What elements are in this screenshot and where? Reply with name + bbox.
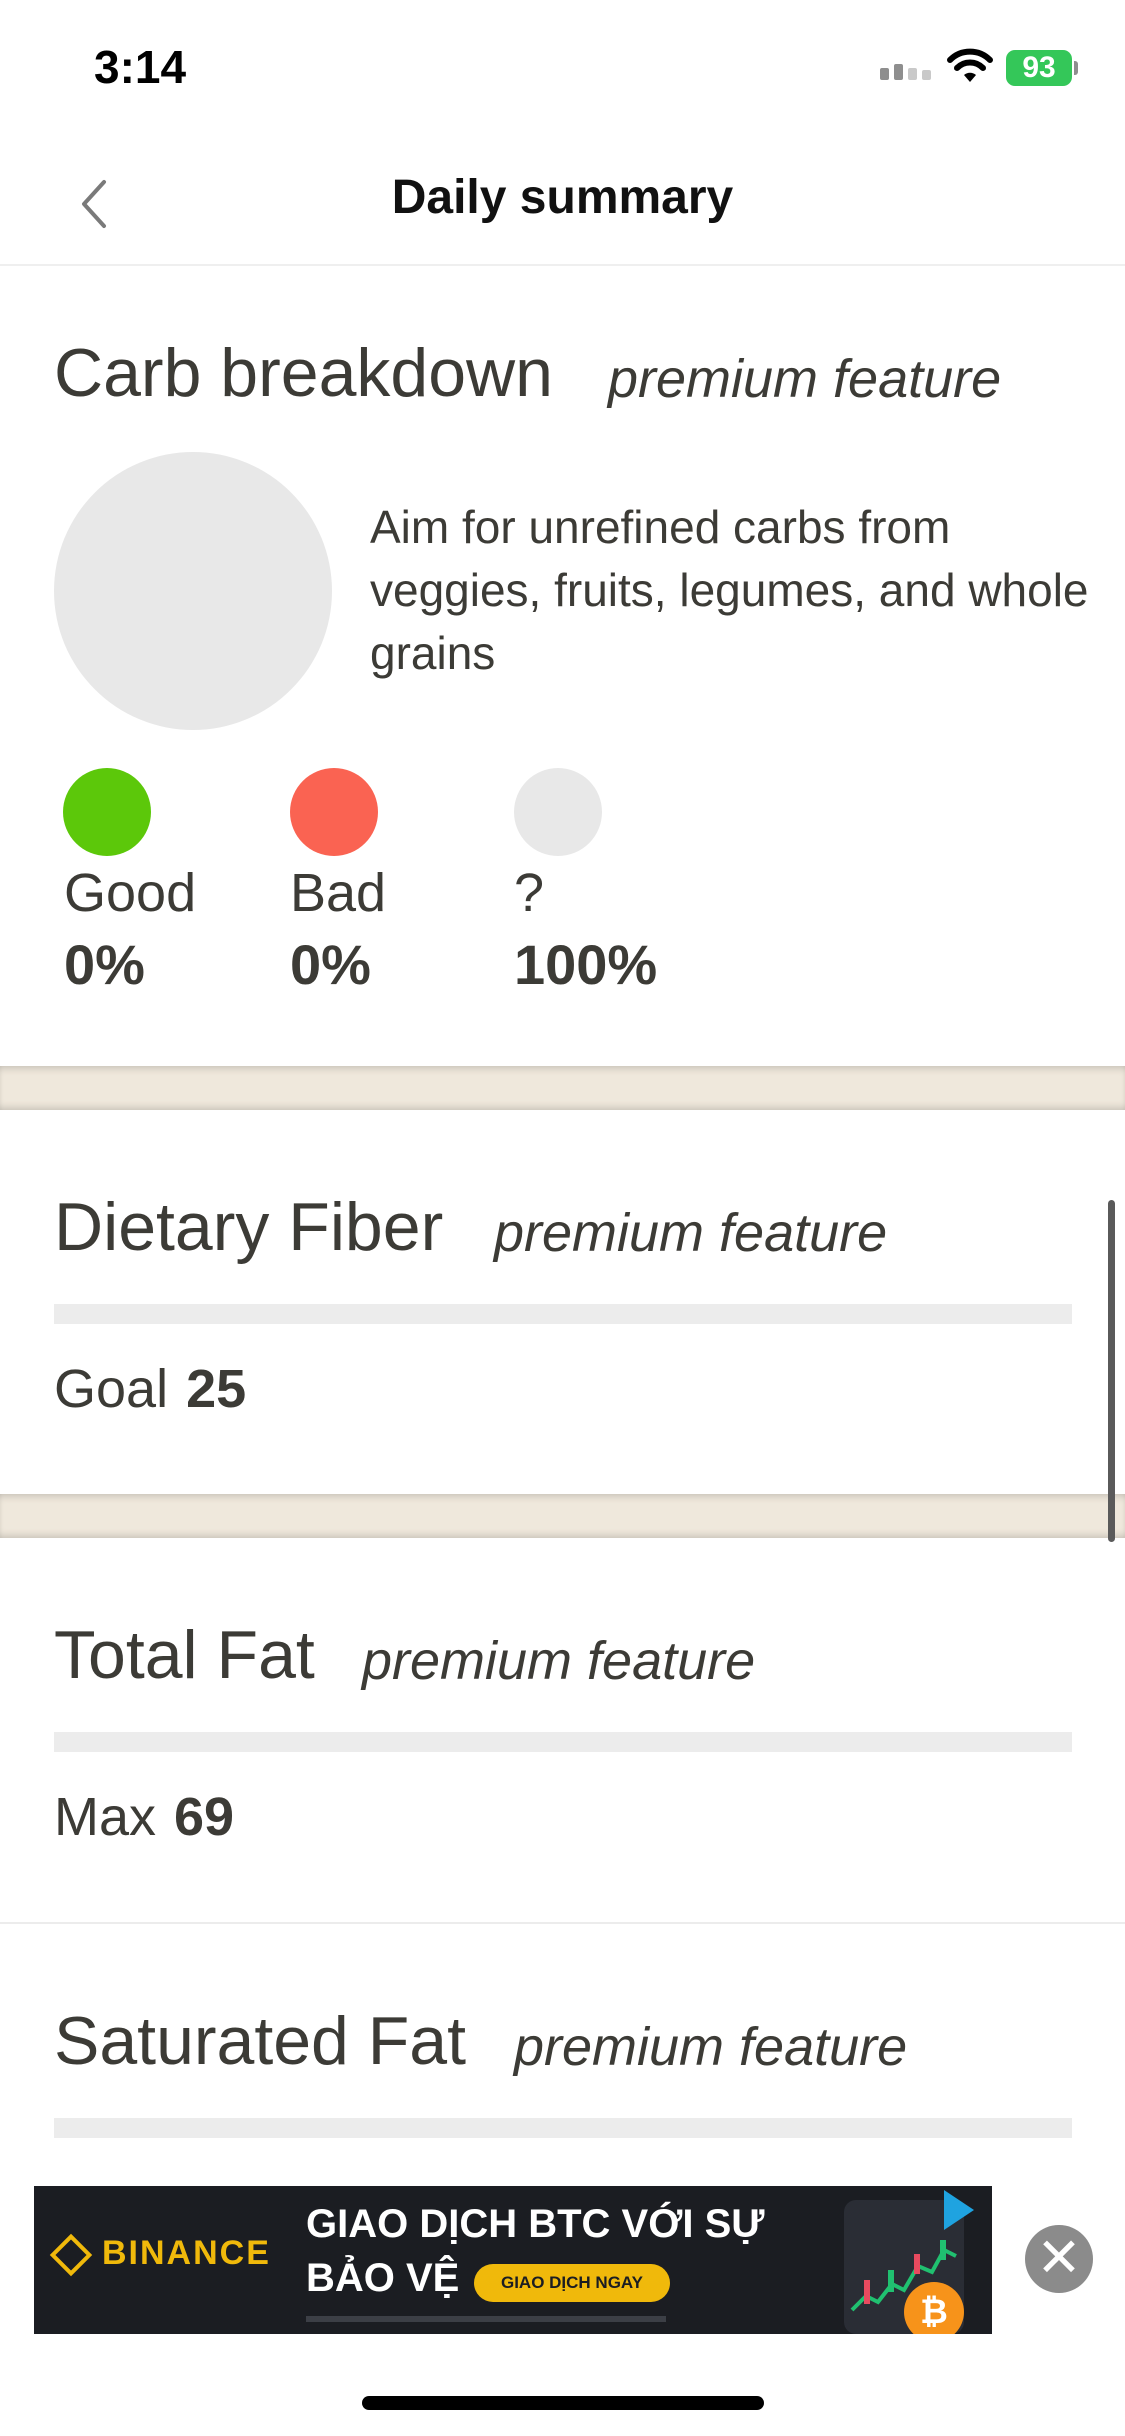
unknown-carb-label: ? bbox=[514, 863, 545, 923]
fiber-goal-value: 25 bbox=[186, 1359, 247, 1419]
binance-logo-icon bbox=[49, 2233, 93, 2277]
bitcoin-icon: ₿ bbox=[904, 2282, 964, 2334]
battery-tip bbox=[1074, 61, 1078, 75]
saturated-fat-progress-bar bbox=[54, 2118, 1072, 2138]
ad-brand-text: BINANCE bbox=[102, 2234, 271, 2272]
saturated-fat-premium-label[interactable]: premium feature bbox=[514, 2016, 907, 2078]
total-fat-max: Max 69 bbox=[54, 1786, 234, 1848]
section-divider-thin bbox=[0, 1922, 1125, 1924]
good-carb-label: Good bbox=[64, 863, 197, 923]
carb-premium-label[interactable]: premium feature bbox=[608, 348, 1001, 410]
ad-banner[interactable]: BINANCE GIAO DỊCH BTC VỚI SỰ BẢO VỆ GIAO… bbox=[34, 2186, 992, 2334]
unknown-carb-dot bbox=[514, 768, 602, 856]
wifi-icon bbox=[945, 46, 995, 91]
section-divider bbox=[0, 1494, 1125, 1538]
total-fat-max-value: 69 bbox=[174, 1787, 235, 1847]
ad-headline-line2: BẢO VỆ bbox=[306, 2256, 460, 2300]
fiber-premium-label[interactable]: premium feature bbox=[494, 1202, 887, 1264]
dietary-fiber-title: Dietary Fiber bbox=[54, 1189, 444, 1265]
ad-brand: BINANCE bbox=[49, 2233, 271, 2277]
navigation-bar: Daily summary bbox=[0, 140, 1125, 266]
page-title: Daily summary bbox=[391, 171, 734, 224]
carb-pie-chart bbox=[54, 452, 332, 730]
bad-carb-percent: 0% bbox=[290, 933, 371, 996]
status-bar: 3:14 93 bbox=[0, 0, 1125, 140]
ad-fine-print bbox=[306, 2316, 666, 2322]
total-fat-premium-label[interactable]: premium feature bbox=[362, 1630, 755, 1692]
good-carb-percent: 0% bbox=[64, 933, 145, 996]
scroll-indicator[interactable] bbox=[1108, 1200, 1115, 1542]
total-fat-progress-bar bbox=[54, 1732, 1072, 1752]
unknown-carb-percent: 100% bbox=[514, 933, 658, 996]
home-indicator[interactable] bbox=[362, 2396, 764, 2410]
total-fat-title: Total Fat bbox=[54, 1617, 315, 1693]
fiber-goal: Goal 25 bbox=[54, 1358, 246, 1420]
battery-icon: 93 bbox=[1006, 50, 1072, 86]
fiber-progress-bar bbox=[54, 1304, 1072, 1324]
fiber-goal-label: Goal bbox=[54, 1359, 169, 1419]
carb-breakdown-title: Carb breakdown bbox=[54, 335, 553, 411]
bad-carb-label: Bad bbox=[290, 863, 387, 923]
carb-aim-text: Aim for unrefined carbs from veggies, fr… bbox=[370, 501, 1089, 679]
total-fat-max-label: Max bbox=[54, 1787, 157, 1847]
ad-choices-icon[interactable] bbox=[944, 2190, 974, 2230]
section-divider bbox=[0, 1066, 1125, 1110]
close-ad-icon[interactable]: ✕ bbox=[1025, 2225, 1093, 2293]
saturated-fat-title: Saturated Fat bbox=[54, 2003, 467, 2079]
bad-carb-dot bbox=[290, 768, 378, 856]
good-carb-dot bbox=[63, 768, 151, 856]
ad-cta-button[interactable]: GIAO DỊCH NGAY bbox=[474, 2264, 670, 2302]
ad-headline-line1: GIAO DỊCH BTC VỚI SỰ bbox=[306, 2202, 765, 2246]
cellular-signal-icon bbox=[880, 62, 936, 80]
status-time: 3:14 bbox=[94, 41, 187, 93]
